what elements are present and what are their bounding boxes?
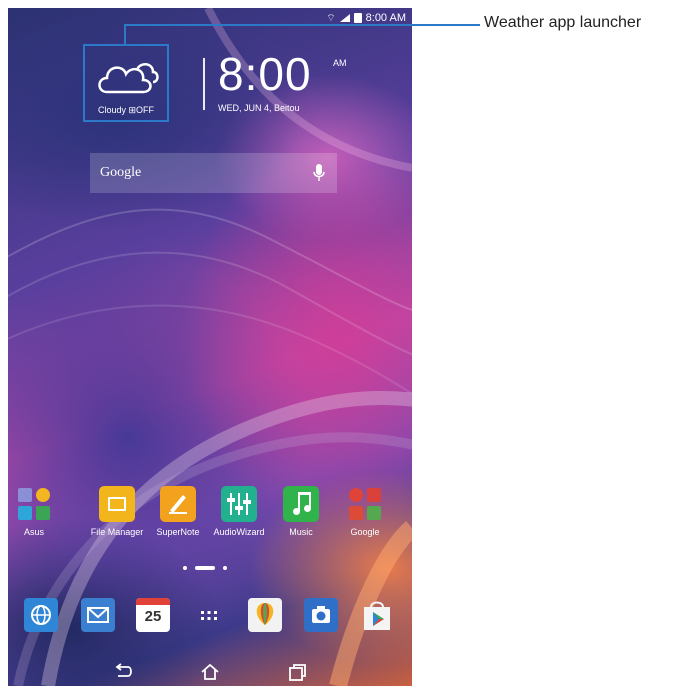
app-label: SuperNote bbox=[156, 527, 200, 537]
app-supernote[interactable]: SuperNote bbox=[147, 486, 209, 537]
battery-icon bbox=[353, 13, 362, 23]
weather-widget[interactable]: Cloudy ⊞OFF bbox=[83, 44, 169, 122]
all-apps-icon[interactable] bbox=[192, 598, 226, 632]
calendar-icon[interactable]: 25 bbox=[136, 598, 170, 632]
callout-line-horizontal bbox=[124, 24, 480, 26]
page-dot bbox=[183, 566, 187, 570]
app-asus-folder[interactable]: Asus bbox=[8, 486, 65, 537]
wallpaper bbox=[8, 8, 412, 686]
app-file-manager[interactable]: File Manager bbox=[86, 486, 148, 537]
pencil-icon bbox=[160, 486, 196, 522]
microphone-icon[interactable] bbox=[313, 164, 325, 182]
clock-time[interactable]: 8:00 bbox=[218, 50, 312, 98]
calendar-day: 25 bbox=[144, 608, 162, 625]
balloon-app-icon[interactable] bbox=[248, 598, 282, 632]
app-label: AudioWizard bbox=[213, 527, 265, 537]
status-time: 8:00 AM bbox=[365, 12, 406, 24]
camera-lens-icon bbox=[312, 606, 330, 623]
weather-condition: Cloudy bbox=[97, 105, 126, 115]
envelope-icon bbox=[87, 607, 109, 623]
app-music[interactable]: Music bbox=[270, 486, 332, 537]
clock-divider bbox=[203, 58, 205, 110]
google-search-bar[interactable]: Google bbox=[90, 153, 337, 193]
browser-icon[interactable] bbox=[24, 598, 58, 632]
app-google-folder[interactable]: Google bbox=[334, 486, 396, 537]
shopping-bag-icon bbox=[364, 601, 390, 630]
balloon-icon bbox=[256, 603, 274, 625]
clock-ampm: AM bbox=[333, 58, 347, 68]
back-icon[interactable] bbox=[112, 662, 134, 682]
weather-mode: OFF bbox=[136, 105, 155, 115]
google-folder-icon bbox=[347, 486, 383, 522]
home-icon[interactable] bbox=[199, 662, 221, 682]
app-audiowizard[interactable]: AudioWizard bbox=[208, 486, 270, 537]
device-screen: ⌔ 8:00 AM Cloudy ⊞OFF 8:00 AM WED, JUN 4… bbox=[8, 8, 412, 686]
asus-folder-icon bbox=[16, 486, 52, 522]
app-drawer-grid-icon bbox=[201, 611, 217, 620]
page-dot bbox=[223, 566, 227, 570]
cloud-icon bbox=[98, 63, 159, 94]
play-store-icon[interactable] bbox=[360, 598, 394, 632]
weather-mode-icon: ⊞ bbox=[128, 105, 137, 115]
signal-icon bbox=[339, 14, 350, 22]
music-note-icon bbox=[283, 486, 319, 522]
clock-date: WED, JUN 4, Beitou bbox=[218, 103, 300, 113]
app-label: Asus bbox=[23, 527, 44, 537]
folder-icon bbox=[99, 486, 135, 522]
recent-apps-icon[interactable] bbox=[286, 662, 308, 682]
app-label: Music bbox=[289, 527, 313, 537]
search-label: Google bbox=[100, 165, 142, 180]
camera-icon[interactable] bbox=[304, 598, 338, 632]
app-label: Google bbox=[350, 527, 380, 537]
page-indicator bbox=[183, 566, 227, 570]
callout-line-vertical bbox=[124, 24, 126, 44]
globe-icon bbox=[31, 605, 51, 625]
callout-label: Weather app launcher bbox=[484, 14, 642, 31]
page-dot-active bbox=[195, 566, 215, 570]
app-label: File Manager bbox=[90, 527, 144, 537]
wifi-icon: ⌔ bbox=[326, 12, 336, 24]
equalizer-icon bbox=[221, 486, 257, 522]
email-icon[interactable] bbox=[81, 598, 115, 632]
